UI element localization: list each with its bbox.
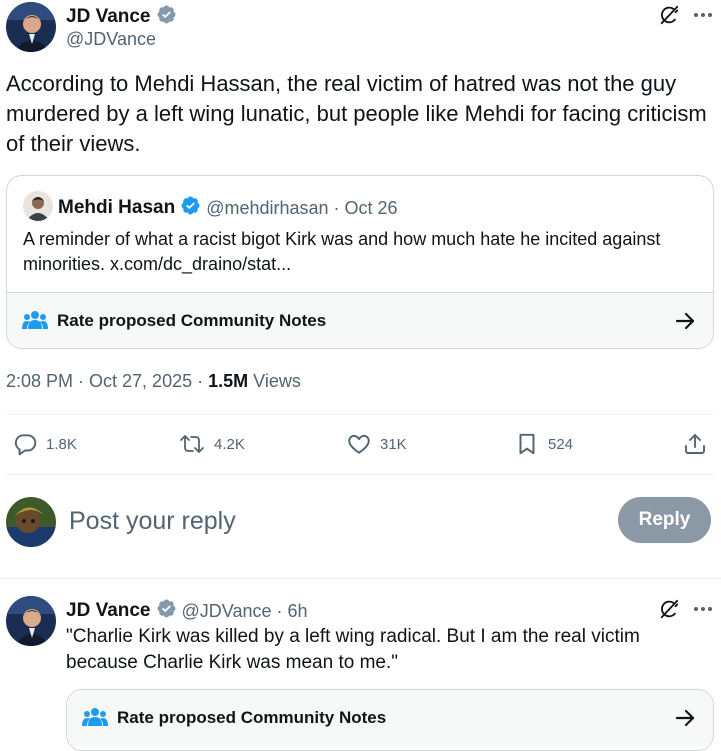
like-action[interactable]: 31K <box>346 431 407 457</box>
verified-badge-icon <box>180 195 201 221</box>
reply-author-name[interactable]: JD Vance <box>66 600 151 622</box>
author-name[interactable]: JD Vance <box>66 6 151 28</box>
section-separator <box>0 578 721 579</box>
author-name-row: JD Vance <box>66 4 177 30</box>
repost-action[interactable]: 4.2K <box>178 431 245 457</box>
people-icon <box>82 707 108 729</box>
grok-icon[interactable] <box>656 596 682 622</box>
quoted-post-date[interactable]: · Oct 26 <box>334 198 398 219</box>
grok-icon[interactable] <box>656 2 682 28</box>
quoted-header: Mehdi Hasan @mehdirhasan · Oct 26 <box>58 195 398 221</box>
reply-time[interactable]: · 6h <box>276 601 307 622</box>
verified-badge-icon <box>156 598 177 624</box>
divider <box>6 474 714 475</box>
bookmark-action[interactable]: 524 <box>514 431 573 457</box>
user-avatar[interactable] <box>6 497 56 547</box>
post-meta: 2:08 PM · Oct 27, 2025 · 1.5M Views <box>6 371 301 392</box>
reply-author-avatar[interactable] <box>6 596 56 646</box>
author-avatar[interactable] <box>6 2 56 52</box>
reply-action[interactable]: 1.8K <box>12 431 77 457</box>
reply-header: JD Vance @JDVance · 6h <box>66 598 308 624</box>
quoted-post-text: A reminder of what a racist bigot Kirk w… <box>23 229 661 274</box>
reply-input[interactable] <box>66 503 592 539</box>
divider <box>6 414 714 415</box>
reply-text: "Charlie Kirk was killed by a left wing … <box>66 626 640 673</box>
repost-icon <box>178 431 206 457</box>
like-icon <box>346 431 372 457</box>
arrow-right-icon[interactable] <box>675 709 695 727</box>
bookmark-icon <box>514 431 540 457</box>
post-text: According to Mehdi Hassan, the real vict… <box>6 71 707 156</box>
quoted-author-avatar <box>23 191 53 221</box>
quoted-author-name[interactable]: Mehdi Hasan <box>58 197 175 219</box>
share-icon[interactable] <box>682 431 708 457</box>
quoted-author-handle[interactable]: @mehdirhasan <box>206 198 328 219</box>
bookmark-count: 524 <box>548 435 574 453</box>
post-timestamp[interactable]: 2:08 PM · Oct 27, 2025 · <box>6 371 208 391</box>
arrow-right-icon[interactable] <box>675 312 695 330</box>
reply-author-handle[interactable]: @JDVance <box>182 601 272 622</box>
reply-community-notes-card[interactable]: Rate proposed Community Notes <box>66 689 714 751</box>
like-count: 31K <box>380 435 407 453</box>
author-handle[interactable]: @JDVance <box>66 29 156 50</box>
community-notes-label: Rate proposed Community Notes <box>117 708 387 727</box>
community-notes-bar[interactable]: Rate proposed Community Notes <box>7 292 713 348</box>
verified-badge-icon <box>156 4 177 30</box>
more-icon[interactable] <box>690 596 716 622</box>
reply-count: 1.8K <box>46 435 77 453</box>
people-icon <box>22 310 48 332</box>
views-count: 1.5M <box>208 371 249 391</box>
community-notes-label: Rate proposed Community Notes <box>57 311 327 330</box>
quoted-post-card[interactable]: Mehdi Hasan @mehdirhasan · Oct 26 A remi… <box>6 175 714 349</box>
reply-button[interactable]: Reply <box>618 497 711 543</box>
repost-count: 4.2K <box>214 435 245 453</box>
reply-icon <box>12 431 38 457</box>
views-label: Views <box>253 371 301 391</box>
more-icon[interactable] <box>690 2 716 28</box>
